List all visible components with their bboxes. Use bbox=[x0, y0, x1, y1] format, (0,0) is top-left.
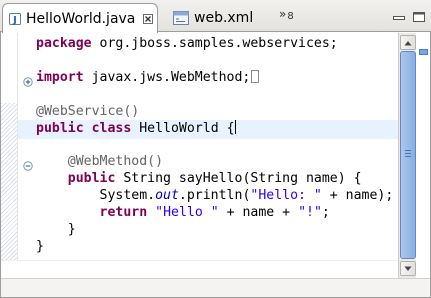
overflow-count: 8 bbox=[287, 11, 294, 22]
code-token: public bbox=[67, 171, 116, 187]
code-token: package bbox=[36, 36, 92, 51]
code-token: "Hello " bbox=[155, 204, 219, 220]
arrow-down-icon bbox=[404, 266, 412, 271]
ruler-range-indicator bbox=[1, 103, 17, 260]
svg-text:J: J bbox=[12, 15, 17, 26]
code-token: return bbox=[99, 204, 148, 220]
code-token: + name + bbox=[218, 204, 299, 220]
code-token: import bbox=[36, 69, 84, 85]
code-area[interactable]: package org.jboss.samples.webservices; i… bbox=[36, 36, 393, 256]
code-line: public class HelloWorld { bbox=[36, 120, 393, 137]
overview-marker[interactable] bbox=[419, 49, 428, 55]
code-token: org.jboss.samples.webservices; bbox=[91, 36, 338, 51]
code-token: System. bbox=[36, 188, 156, 204]
code-token: .println( bbox=[178, 188, 251, 204]
tab-label: web.xml bbox=[194, 9, 254, 26]
editor-bottom-margin bbox=[1, 260, 398, 278]
code-line: } bbox=[36, 222, 393, 239]
java-file-icon: J bbox=[8, 12, 22, 26]
code-token: ; bbox=[321, 204, 330, 220]
scroll-down-button[interactable] bbox=[400, 261, 416, 276]
collapse-fold-icon[interactable] bbox=[23, 156, 33, 171]
code-token: HelloWorld { bbox=[131, 121, 235, 137]
ruler-divider bbox=[17, 32, 18, 260]
maximize-icon[interactable] bbox=[412, 8, 426, 22]
code-token: "Hello: " bbox=[250, 188, 322, 204]
code-token: javax.jws.WebMethod; bbox=[83, 69, 251, 85]
code-token: class bbox=[91, 121, 132, 137]
minimize-icon[interactable] bbox=[392, 8, 406, 20]
editor-tab-bar: J HelloWorld.java web.xml » 8 bbox=[0, 0, 431, 33]
code-token: @WebService() bbox=[36, 103, 140, 119]
scroll-thumb[interactable] bbox=[400, 51, 416, 259]
code-line: System.out.println("Hello: " + name); bbox=[36, 188, 394, 205]
chevron-right-icon: » bbox=[279, 7, 286, 21]
folded-imports-box[interactable] bbox=[251, 69, 260, 83]
editor-status-strip bbox=[1, 278, 430, 297]
tab-overflow-button[interactable]: » 8 bbox=[279, 7, 294, 22]
code-token: out bbox=[155, 188, 179, 204]
code-line: public String sayHello(String name) { bbox=[36, 171, 393, 188]
expand-fold-icon[interactable] bbox=[23, 72, 33, 87]
xml-file-icon bbox=[173, 10, 189, 25]
code-token: "!" bbox=[298, 204, 322, 220]
code-token: @WebMethod() bbox=[36, 154, 164, 170]
arrow-up-icon bbox=[404, 40, 412, 45]
overview-ruler[interactable] bbox=[416, 33, 430, 278]
code-line: import javax.jws.WebMethod; bbox=[36, 69, 393, 87]
tab-helloworld-java[interactable]: J HelloWorld.java bbox=[2, 3, 158, 33]
vertical-scrollbar[interactable] bbox=[398, 33, 416, 278]
code-line: @WebMethod() bbox=[36, 154, 393, 171]
code-token: String sayHello(String name) { bbox=[115, 171, 362, 187]
code-line: return "Hello " + name + "!"; bbox=[36, 205, 393, 222]
code-token: } bbox=[36, 238, 44, 254]
tab-web-xml[interactable]: web.xml bbox=[170, 3, 270, 32]
tab-label: HelloWorld.java bbox=[26, 10, 136, 27]
code-line: } bbox=[36, 239, 393, 256]
code-token: } bbox=[36, 221, 76, 237]
text-caret bbox=[234, 120, 236, 135]
code-line: package org.jboss.samples.webservices; bbox=[36, 36, 393, 53]
scroll-up-button[interactable] bbox=[400, 35, 416, 50]
code-token: + name); bbox=[321, 188, 394, 204]
close-icon[interactable] bbox=[142, 13, 154, 25]
code-line: @WebService() bbox=[36, 104, 393, 121]
code-token: public bbox=[36, 121, 84, 137]
